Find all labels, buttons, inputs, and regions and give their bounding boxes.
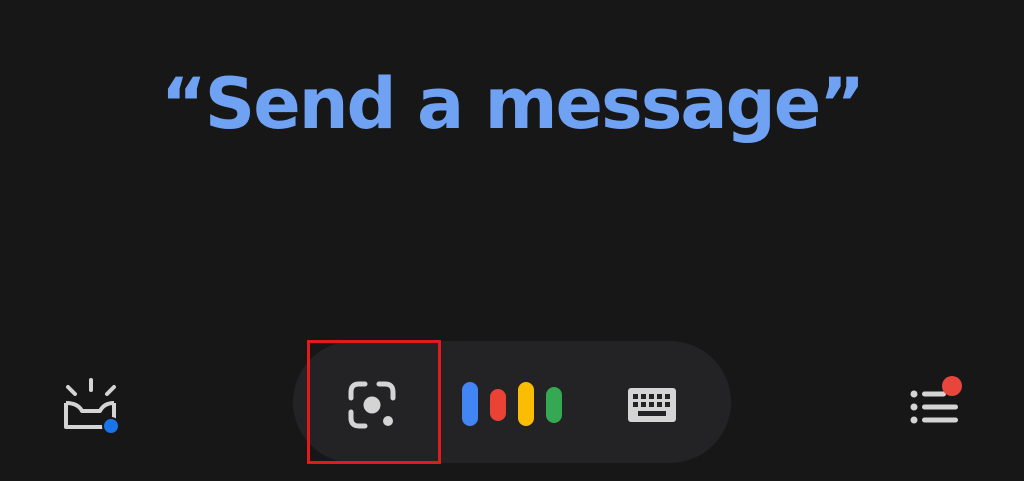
snapshot-inbox-icon — [64, 378, 120, 435]
voice-input-button[interactable] — [456, 376, 568, 432]
lens-button[interactable] — [337, 370, 407, 440]
assistant-prompt-text: “Send a message” — [160, 63, 865, 145]
explore-list-icon — [910, 376, 962, 424]
keyboard-icon — [628, 388, 676, 422]
explore-button[interactable] — [898, 372, 970, 432]
snapshot-button[interactable] — [58, 377, 124, 439]
microphone-bars-icon — [462, 382, 562, 426]
lens-icon — [348, 381, 396, 429]
keyboard-button[interactable] — [620, 380, 684, 430]
assistant-screen: “Send a message” — [0, 0, 1024, 481]
